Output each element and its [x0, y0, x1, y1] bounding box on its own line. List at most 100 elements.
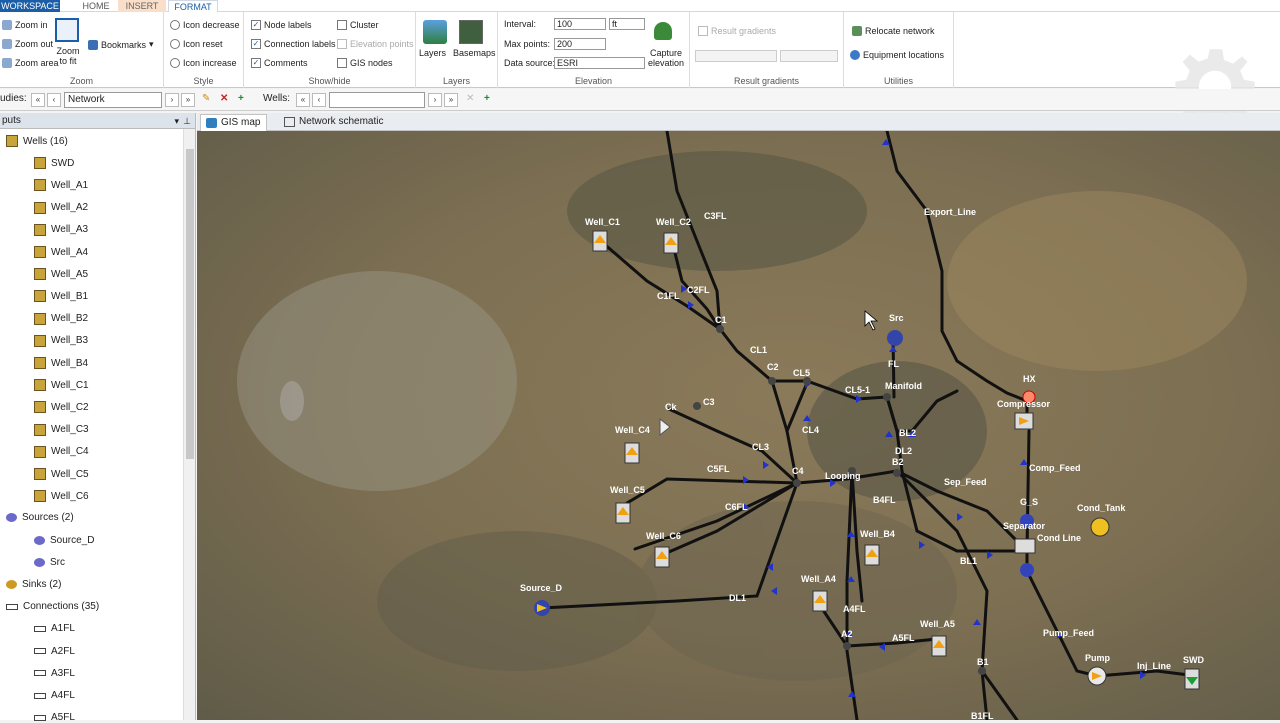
label-c4: C4	[792, 466, 804, 476]
pin-icon[interactable]: ⊥	[183, 113, 191, 129]
cluster-checkbox[interactable]: Cluster	[337, 20, 379, 30]
gis-map-canvas[interactable]: Well_C1 Well_C2 C3FL Export_Line C1FL C2…	[197, 131, 1280, 720]
last-well-button[interactable]: »	[444, 93, 458, 107]
tree-item-connection[interactable]: A1FL	[34, 623, 75, 634]
tree-item-source[interactable]: Src	[34, 557, 65, 568]
tab-workspace[interactable]: WORKSPACE	[0, 0, 60, 12]
first-well-button[interactable]: «	[296, 93, 310, 107]
scroll-thumb[interactable]	[186, 149, 194, 459]
add-well-icon[interactable]: +	[484, 93, 490, 104]
next-well-button[interactable]: ›	[428, 93, 442, 107]
tree-item-well[interactable]: Well_A4	[34, 246, 88, 258]
delete-icon[interactable]: ✕	[220, 93, 228, 104]
last-study-button[interactable]: »	[181, 93, 195, 107]
tree-group-connections[interactable]: Connections (35)	[6, 601, 99, 612]
minus-icon	[170, 20, 180, 30]
tree-item-connection[interactable]: A4FL	[34, 690, 75, 701]
tree-item-well[interactable]: Well_A5	[34, 268, 88, 281]
dropdown-icon[interactable]: ▾	[174, 113, 179, 129]
gis-nodes-checkbox[interactable]: GIS nodes	[337, 58, 393, 68]
tree-group-sinks[interactable]: Sinks (2)	[6, 579, 61, 590]
tree-item-connection[interactable]: A5FL	[34, 712, 75, 723]
study-select[interactable]: Network	[64, 92, 162, 108]
connection-labels-checkbox[interactable]: Connection labels	[251, 39, 336, 49]
layers-group-title: Layers	[442, 76, 470, 86]
inputs-panel: puts ▾ ⊥ Wells (16) SWD Well_A1 Well_A2 Well…	[0, 113, 196, 723]
tree-item-well[interactable]: Well_C5	[34, 468, 89, 480]
tree-item-connection[interactable]: A3FL	[34, 668, 75, 679]
tab-network-schematic[interactable]: Network schematic	[279, 114, 389, 131]
gradient-select-1[interactable]	[695, 50, 777, 62]
result-gradients-checkbox[interactable]: Result gradients	[698, 26, 776, 36]
tree-item-well[interactable]: Well_B4	[34, 357, 88, 369]
label-cl1: CL1	[750, 345, 767, 355]
zoom-area-button[interactable]: Zoom area	[2, 58, 59, 68]
connection-icon	[34, 692, 46, 699]
well-icon	[34, 223, 46, 236]
zoom-out-button[interactable]: Zoom out	[2, 39, 53, 49]
tree-item-well[interactable]: SWD	[34, 157, 74, 170]
icon-increase-button[interactable]: Icon increase	[170, 58, 237, 68]
network-map[interactable]: Well_C1 Well_C2 C3FL Export_Line C1FL C2…	[197, 131, 1280, 720]
tree-item-well[interactable]: Well_A3	[34, 223, 88, 236]
icon-decrease-button[interactable]: Icon decrease	[170, 20, 240, 30]
tree-item-well[interactable]: Well_A2	[34, 201, 88, 214]
delete-well-icon[interactable]: ✕	[466, 93, 474, 104]
label-well-a5: Well_A5	[920, 619, 955, 629]
label-c1: C1	[715, 315, 727, 325]
tree-item-well[interactable]: Well_B3	[34, 334, 88, 347]
layers-button-label[interactable]: Layers	[419, 48, 446, 58]
data-source-select[interactable]: ESRI	[554, 57, 645, 69]
capture-elevation-label[interactable]: Capture elevation	[646, 48, 686, 68]
basemaps-icon[interactable]	[459, 20, 483, 44]
comments-checkbox[interactable]: Comments	[251, 58, 308, 68]
label-g-s: G_S	[1020, 497, 1038, 507]
tree-item-connection[interactable]: A2FL	[34, 646, 75, 657]
label-inj-line: Inj_Line	[1137, 661, 1171, 671]
tab-format[interactable]: FORMAT	[168, 0, 218, 12]
relocate-network-button[interactable]: Relocate network	[852, 26, 935, 36]
tab-gis-map[interactable]: GIS map	[200, 114, 268, 131]
layers-icon[interactable]	[423, 20, 447, 44]
next-study-button[interactable]: ›	[165, 93, 179, 107]
bookmarks-button[interactable]: Bookmarks ▾	[88, 39, 154, 50]
inputs-panel-header: puts ▾ ⊥	[0, 113, 195, 129]
first-study-button[interactable]: «	[31, 93, 45, 107]
node-labels-checkbox[interactable]: Node labels	[251, 20, 312, 30]
tree-item-well[interactable]: Well_B2	[34, 312, 88, 325]
prev-study-button[interactable]: ‹	[47, 93, 61, 107]
zoom-in-button[interactable]: Zoom in	[2, 20, 48, 30]
globe-icon	[206, 118, 217, 128]
tree-item-source[interactable]: Source_D	[34, 535, 94, 546]
icon-reset-button[interactable]: Icon reset	[170, 39, 223, 49]
tree-item-well[interactable]: Well_C2	[34, 401, 89, 414]
well-icon	[34, 445, 46, 458]
zoom-to-fit-icon[interactable]	[55, 18, 79, 42]
tree-item-well[interactable]: Well_A1	[34, 179, 88, 192]
tree-group-sources[interactable]: Sources (2)	[6, 512, 74, 523]
tree-item-well[interactable]: Well_C4	[34, 445, 89, 458]
tree-group-wells[interactable]: Wells (16)	[6, 135, 68, 147]
elevation-points-checkbox[interactable]: Elevation points	[337, 39, 414, 49]
gradient-select-2[interactable]	[780, 50, 838, 62]
label-c3: C3	[703, 397, 715, 407]
interval-input[interactable]: 100	[554, 18, 606, 30]
inputs-scrollbar[interactable]	[183, 129, 195, 720]
label-well-c2: Well_C2	[656, 217, 691, 227]
prev-well-button[interactable]: ‹	[312, 93, 326, 107]
tree-item-well[interactable]: Well_B1	[34, 290, 88, 303]
edit-icon[interactable]: ✎	[202, 93, 210, 104]
zoom-out-icon	[2, 39, 12, 49]
capture-elevation-icon[interactable]	[654, 22, 672, 40]
well-select[interactable]	[329, 92, 425, 108]
tree-item-well[interactable]: Well_C6	[34, 490, 89, 503]
tree-item-well[interactable]: Well_C3	[34, 423, 89, 436]
tab-insert[interactable]: INSERT	[118, 0, 166, 12]
tree-item-well[interactable]: Well_C1	[34, 379, 89, 392]
max-points-input[interactable]: 200	[554, 38, 606, 50]
add-icon[interactable]: +	[238, 93, 244, 104]
basemaps-button-label[interactable]: Basemaps	[453, 48, 496, 58]
equipment-locations-button[interactable]: Equipment locations	[850, 50, 944, 60]
tab-home[interactable]: HOME	[76, 0, 116, 12]
interval-unit-select[interactable]: ft	[609, 18, 645, 30]
